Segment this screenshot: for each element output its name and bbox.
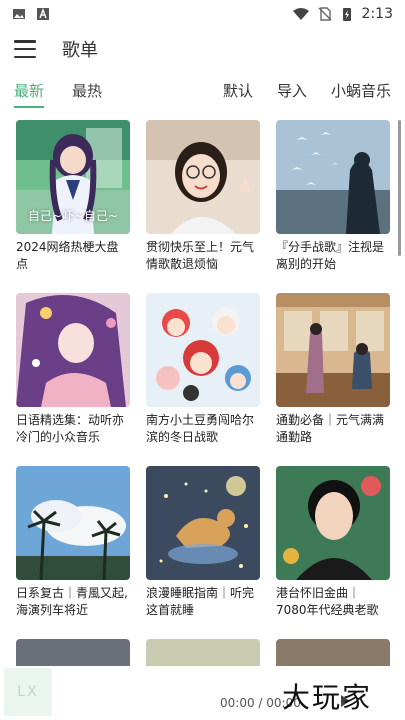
anime-purple-hair-cover-image (16, 293, 130, 407)
tab-newest[interactable]: 最新 (14, 80, 45, 108)
snow-kids-cover-image (146, 293, 260, 407)
playlist-cover[interactable] (276, 120, 390, 234)
no-sim-icon (318, 7, 332, 21)
playlist-card[interactable]: 南方小土豆勇闯哈尔滨的冬日战歌 (146, 293, 260, 446)
playlist-cover[interactable]: 自己~吓~自己~ (16, 120, 130, 234)
portrait-man-cover-image (276, 466, 390, 580)
app-bar: 歌单 (0, 28, 405, 70)
playlist-card[interactable]: 日语精选集：动听亦冷门的小众音乐 (16, 293, 130, 446)
playlist-title: 南方小土豆勇闯哈尔滨的冬日战歌 (146, 413, 255, 444)
playlist-card[interactable]: 『分手战歌』注视是离别的开始 (276, 120, 390, 273)
playlist-cover[interactable] (276, 466, 390, 580)
playlist-card[interactable]: 贯彻快乐至上！元气情歌散退烦恼 (146, 120, 260, 273)
status-time: 2:13 (361, 6, 393, 22)
wifi-icon (292, 8, 309, 20)
girl-with-glasses-cover-image (146, 120, 260, 234)
train-interior-cover-image (276, 293, 390, 407)
cover-caption: 自己~吓~自己~ (27, 209, 119, 223)
playlist-title: 2024网络热梗大盘点 (16, 240, 119, 271)
playlist-card[interactable]: 浪漫睡眠指南｜听完这首就睡 (146, 466, 260, 619)
playlist-title: 日系复古｜青風又起,海演列车将近 (16, 586, 128, 617)
tabs-row: 最新 最热 默认 导入 小蜗音乐 (0, 74, 405, 108)
playlist-cover[interactable] (146, 293, 260, 407)
playlist-cover[interactable] (16, 293, 130, 407)
sort-default-button[interactable]: 默认 (223, 80, 253, 101)
playlist-title: 日语精选集：动听亦冷门的小众音乐 (16, 413, 125, 444)
import-button[interactable]: 导入 (277, 80, 307, 101)
status-bar: 2:13 (0, 0, 405, 28)
playlist-card[interactable]: 通勤必备｜元气满满通勤路 (276, 293, 390, 446)
playlist-card[interactable] (146, 639, 260, 666)
playlist-cover[interactable] (16, 466, 130, 580)
playlist-title: 通勤必备｜元气满满通勤路 (276, 413, 385, 444)
playlist-grid: 自己~吓~自己~ 2024网络热梗大盘点 贯彻快乐至上！元气情歌散退烦恼 『分手… (0, 110, 395, 666)
playlist-title: 贯彻快乐至上！元气情歌散退烦恼 (146, 240, 255, 271)
playlist-card[interactable]: 日系复古｜青風又起,海演列车将近 (16, 466, 130, 619)
palm-trees-cover-image (16, 466, 130, 580)
playlist-cover[interactable] (146, 639, 260, 666)
playlist-cover[interactable] (276, 293, 390, 407)
image-notification-icon (13, 9, 25, 19)
page-title: 歌单 (62, 40, 98, 61)
playlist-cover[interactable] (146, 120, 260, 234)
birds-and-person-cover-image (276, 120, 390, 234)
playlist-cover[interactable] (276, 639, 390, 666)
watermark-logo: 大玩家 (282, 681, 373, 714)
app-notification-icon (37, 8, 49, 20)
playlist-title: 浪漫睡眠指南｜听完这首就睡 (146, 586, 255, 617)
playlist-card[interactable] (16, 639, 130, 666)
playlist-card[interactable]: 港台怀旧金曲｜7080年代经典老歌 (276, 466, 390, 619)
playlist-card[interactable]: 自己~吓~自己~ 2024网络热梗大盘点 (16, 120, 130, 273)
playlist-card[interactable] (276, 639, 390, 666)
playlist-cover[interactable] (146, 466, 260, 580)
tab-hottest[interactable]: 最热 (72, 80, 102, 101)
menu-icon[interactable] (14, 40, 36, 58)
playlist-cover[interactable] (16, 639, 130, 666)
cat-night-cover-image (146, 466, 260, 580)
scrollbar[interactable] (398, 120, 401, 256)
player-cover-logo[interactable]: LX (4, 668, 52, 716)
playlist-title: 『分手战歌』注视是离别的开始 (276, 240, 385, 271)
playlist-title: 港台怀旧金曲｜7080年代经典老歌 (276, 586, 379, 617)
battery-icon (342, 8, 351, 21)
source-select-button[interactable]: 小蜗音乐 (331, 80, 391, 101)
